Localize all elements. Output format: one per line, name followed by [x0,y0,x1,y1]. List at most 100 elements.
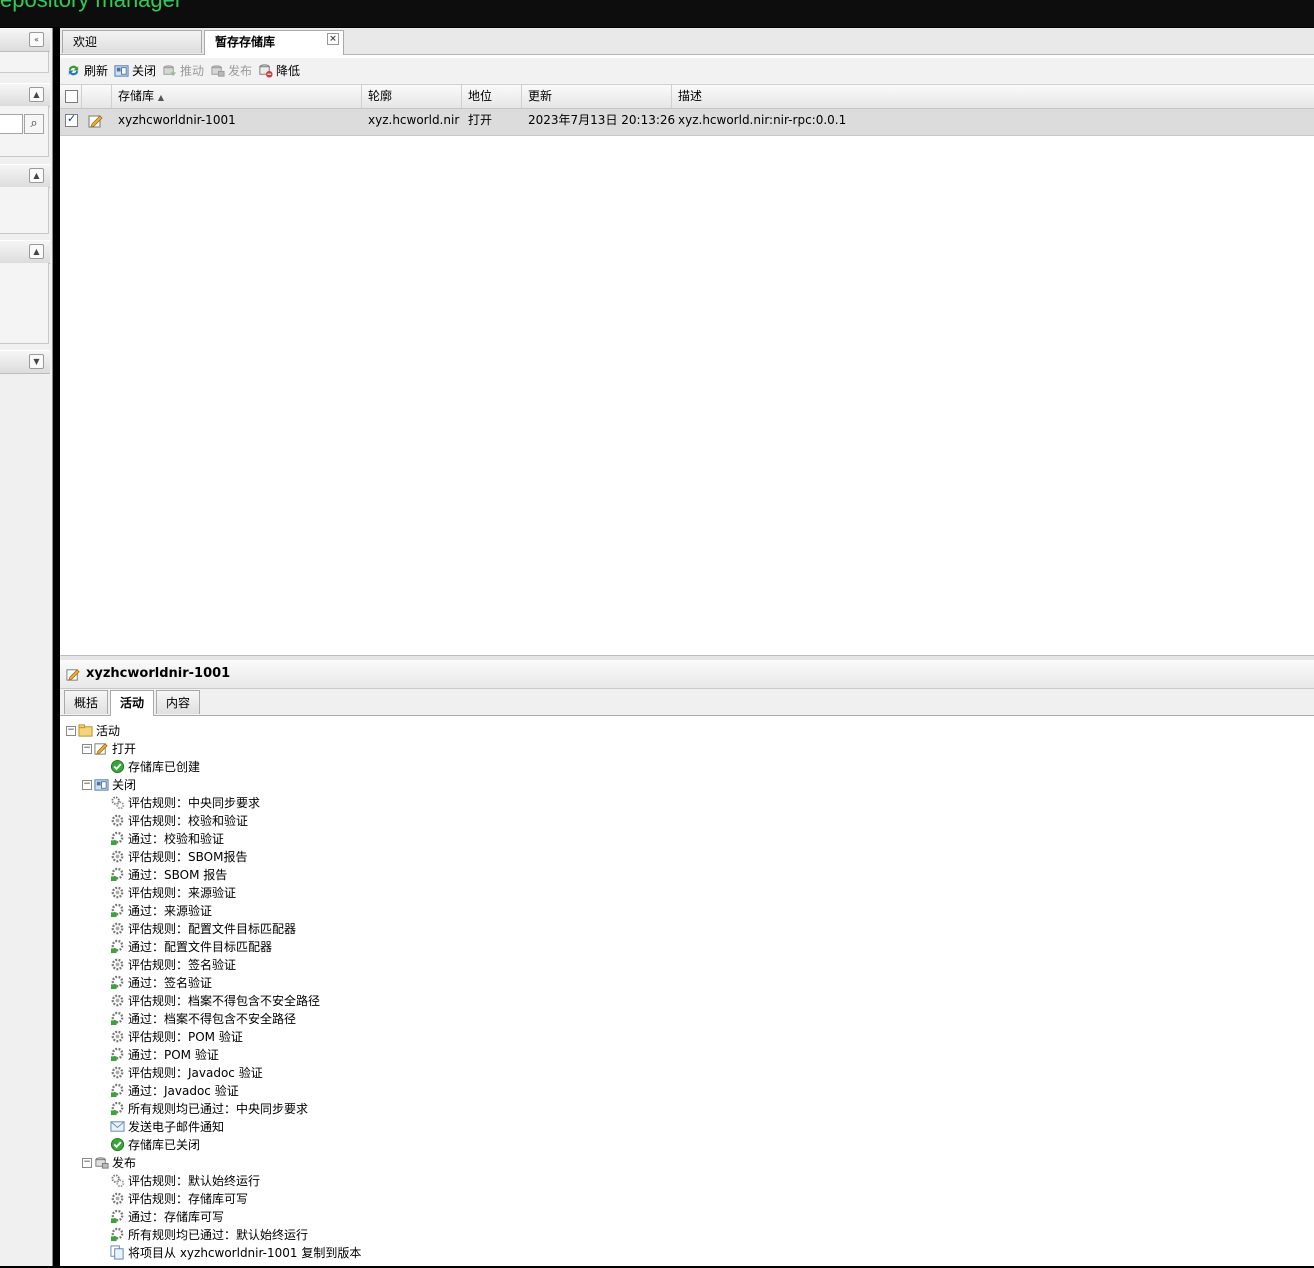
tab-summary[interactable]: 概括 [64,690,108,714]
tree-node-label: 将项目从 xyzhcworldnir-1001 复制到版本 [128,1246,362,1260]
sidebar-panel-header: ▲ [0,240,50,264]
tree-node-label: 存储库已创建 [128,760,201,774]
search-panel: ⌕ [0,106,49,157]
close-button[interactable]: 关闭 [114,62,156,80]
release-button[interactable]: 发布 [210,62,252,80]
panel-collapse-button[interactable]: ▲ [29,244,44,259]
tree-node-label: 通过：校验和验证 [128,832,225,846]
tree-node-label: 通过：来源验证 [128,904,213,918]
tree-node-label: 评估规则：校验和验证 [128,814,249,828]
repository-open-icon [94,743,108,755]
rule-passed-icon [110,903,124,918]
row-checkbox[interactable] [65,112,78,127]
column-repository[interactable]: 存储库 ▲ [112,85,362,108]
refresh-button[interactable]: 刷新 [66,62,108,80]
cell-repository: xyzhcworldnir-1001 [118,113,236,127]
sidebar-panel [0,263,49,344]
detail-title: xyzhcworldnir-1001 [86,666,231,681]
panel-expand-button[interactable]: ▼ [29,354,44,369]
rule-gear-icon [111,1030,124,1043]
left-sidebar: « ▲ ⌕ ▲ ▲ ▼ [0,28,53,1266]
tree-node-label: 关闭 [112,778,137,792]
sidebar-panel [0,187,49,234]
folder-icon [78,724,93,737]
refresh-icon [68,65,79,76]
repository-closed-icon [94,779,109,791]
tree-node-label: 通过：存储库可写 [128,1210,225,1224]
tree-node-label: 存储库已关闭 [128,1138,201,1152]
tab-content[interactable]: 内容 [156,690,200,714]
tree-node-label: 评估规则：中央同步要求 [128,796,261,810]
column-updated[interactable]: 更新 [522,85,672,108]
promote-label: 推动 [180,64,205,78]
tree-node-label: 通过：Javadoc 验证 [128,1084,239,1098]
rule-gear-icon [111,1192,124,1205]
rule-passed-icon [110,1047,124,1062]
collapse-node-icon[interactable]: − [82,780,92,790]
collapse-node-icon[interactable]: − [66,726,76,736]
promote-button[interactable]: 推动 [162,62,204,80]
collapse-node-icon[interactable]: − [82,1158,92,1168]
sidebar-panel-header: ▼ [0,350,50,374]
rule-passed-icon [110,939,124,954]
tree-node-label: 发送电子邮件通知 [128,1120,225,1134]
tree-node-label: 评估规则：默认始终运行 [128,1174,261,1188]
column-repository-label: 存储库 [118,89,155,103]
sidebar-header: « [0,28,50,52]
detail-tabs: 概括 活动 内容 [60,689,1314,716]
grid-header: 存储库 ▲ 轮廓 地位 更新 描述 [60,85,1314,109]
tree-node-label: 评估规则：POM 验证 [128,1030,243,1044]
collapse-node-icon[interactable]: − [82,744,92,754]
tree-node-label: 发布 [112,1156,137,1170]
rule-gear-icon [111,850,124,863]
tab-activity[interactable]: 活动 [110,690,154,716]
release-icon [211,65,225,77]
tree-node-label: 评估规则：Javadoc 验证 [128,1066,263,1080]
release-icon [95,1157,109,1169]
rule-evaluate-icon [111,796,125,810]
search-input[interactable] [0,114,23,134]
tree-node-label: 评估规则：签名验证 [128,958,237,972]
search-icon[interactable]: ⌕ [24,114,44,134]
cell-updated: 2023年7月13日 20:13:26 [528,113,676,127]
tree-node-label: 通过：SBOM 报告 [128,868,228,882]
column-description[interactable]: 描述 [672,85,1314,108]
tree-node-label: 所有规则均已通过：中央同步要求 [128,1102,309,1116]
rule-gear-icon [111,886,124,899]
tree-node-label: 评估规则：SBOM报告 [128,850,248,864]
rule-passed-icon [110,1209,124,1224]
panel-collapse-button[interactable]: ▲ [29,168,44,183]
repository-open-icon [66,669,80,681]
rule-passed-icon [110,867,124,882]
panel-collapse-button[interactable]: ▲ [29,87,44,102]
success-check-icon [110,1137,125,1152]
rule-passed-icon [110,831,124,846]
drop-label: 降低 [276,64,301,78]
close-tab-icon[interactable]: × [327,33,339,45]
detail-header: xyzhcworldnir-1001 [60,660,1314,689]
tab-label: 暂存存储库 [215,35,276,49]
tab-welcome[interactable]: 欢迎 [62,30,202,53]
email-icon [110,1121,125,1132]
select-all-checkbox[interactable] [65,90,78,103]
repository-open-icon [88,115,103,128]
cell-profile: xyz.hcworld.nir [368,113,460,127]
rule-passed-icon [110,1083,124,1098]
drop-icon [259,64,273,78]
refresh-label: 刷新 [84,64,109,78]
sidebar-panel-header: ▲ [0,164,50,188]
app-title: epository manager [0,0,182,13]
rule-passed-icon [110,1227,124,1242]
table-row[interactable]: xyzhcworldnir-1001 xyz.hcworld.nir 打开 20… [60,109,1314,136]
tree-node-label: 通过：签名验证 [128,976,213,990]
column-profile[interactable]: 轮廓 [362,85,462,108]
tab-bar: 欢迎 暂存存储库 × [60,28,1314,55]
rule-passed-icon [110,1011,124,1026]
tree-node-label: 通过：POM 验证 [128,1048,219,1062]
drop-button[interactable]: 降低 [258,62,300,80]
column-status[interactable]: 地位 [462,85,522,108]
tab-staging-repositories[interactable]: 暂存存储库 × [204,30,344,55]
collapse-sidebar-button[interactable]: « [29,32,44,47]
rule-gear-icon [111,922,124,935]
rule-evaluate-icon [111,1174,125,1188]
